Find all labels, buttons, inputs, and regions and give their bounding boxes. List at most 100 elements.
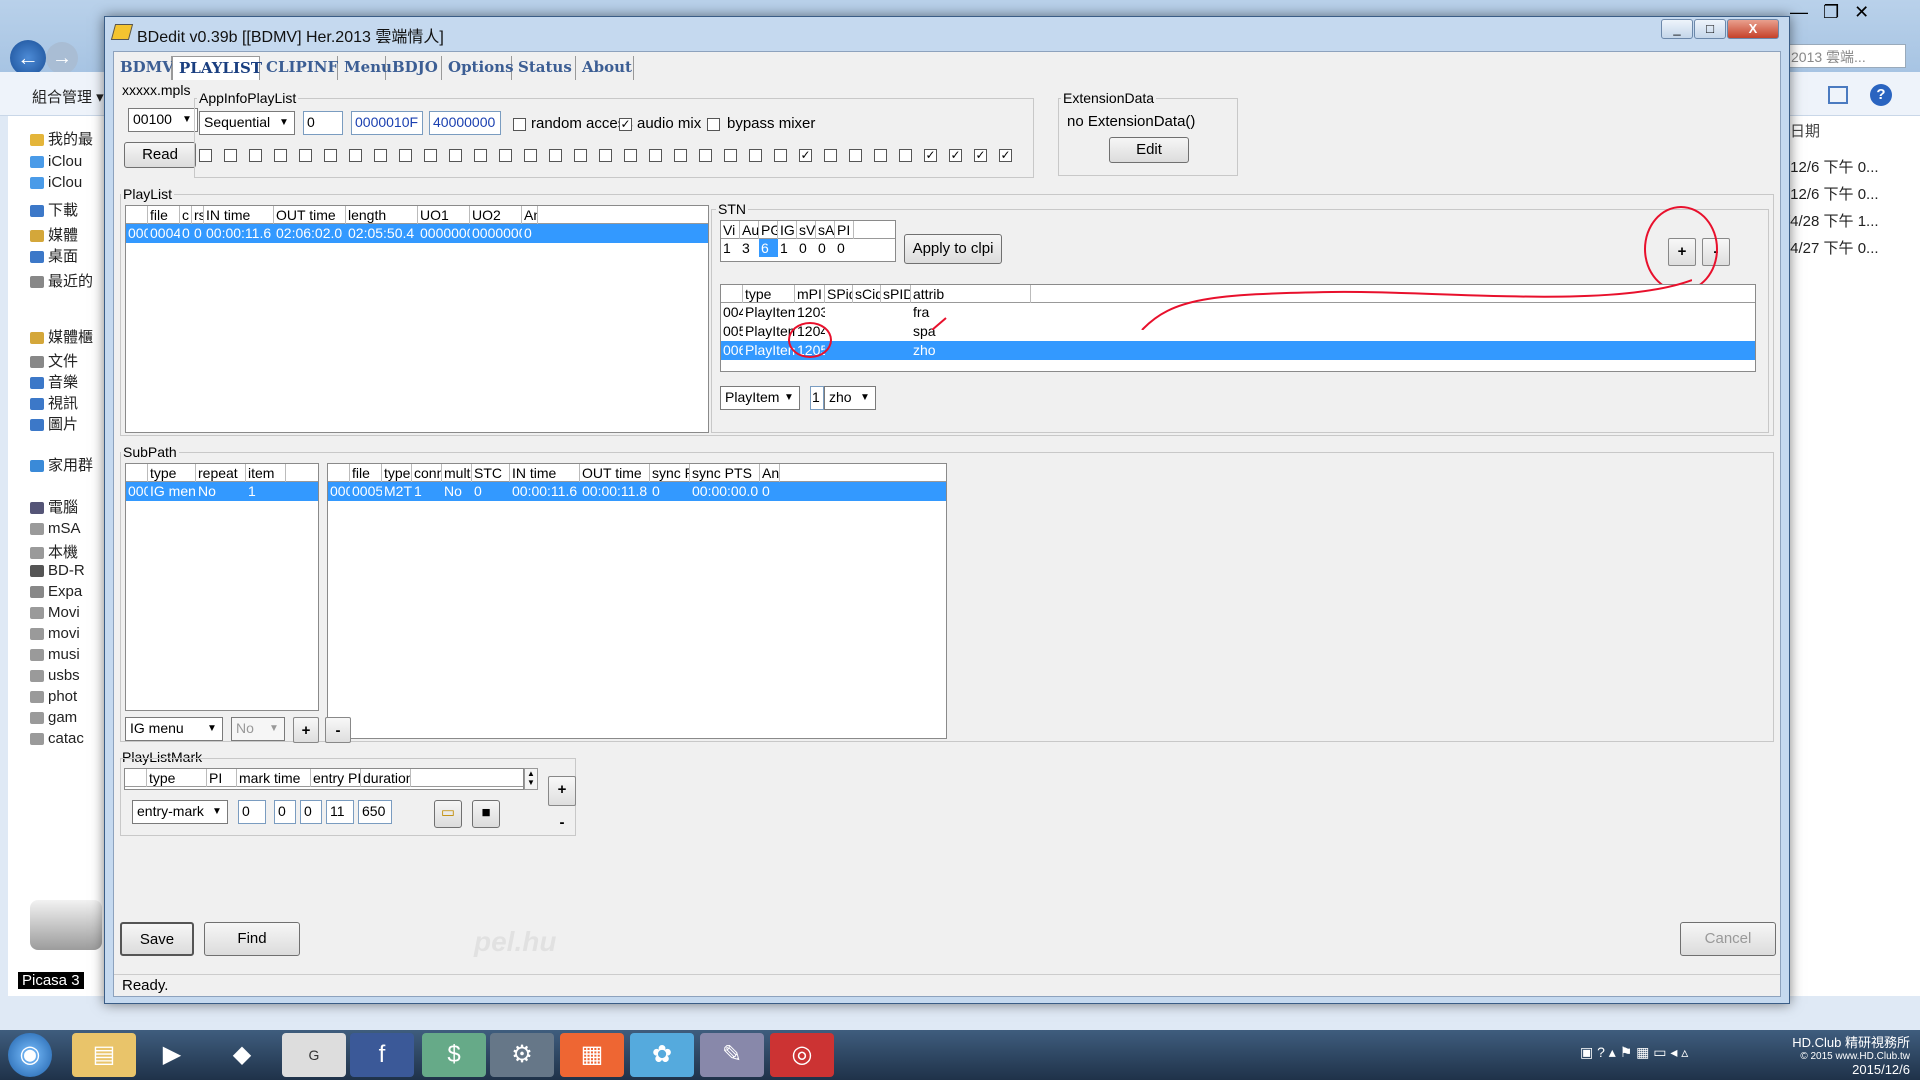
uo-mask-field-2[interactable]: 40000000 [429, 111, 501, 135]
column-header[interactable]: duration [361, 769, 411, 787]
explorer-search-input[interactable]: 2013 雲端... [1786, 44, 1906, 68]
sidebar-item[interactable]: 最近的 [30, 270, 93, 291]
uo-checkbox[interactable]: ✓ [949, 149, 962, 162]
mark-field-2[interactable]: 0 [274, 800, 296, 824]
uo-checkbox[interactable] [849, 149, 862, 162]
find-button[interactable]: Find [204, 922, 300, 956]
column-header[interactable] [126, 464, 148, 482]
forward-arrow-icon[interactable]: → [46, 42, 78, 74]
sidebar-item[interactable]: 本機 [30, 541, 78, 562]
uo-checkbox[interactable] [449, 149, 462, 162]
open-folder-icon[interactable]: ▭ [434, 800, 462, 828]
column-header[interactable]: sCid [853, 285, 881, 303]
uo-checkbox[interactable] [224, 149, 237, 162]
uo-checkbox[interactable] [249, 149, 262, 162]
save-button[interactable]: Save [120, 922, 194, 956]
uo-checkbox[interactable] [549, 149, 562, 162]
sidebar-item[interactable]: BD-R [30, 562, 85, 579]
tab-options[interactable]: Options [442, 56, 514, 80]
minimize-button[interactable]: _ [1661, 19, 1693, 39]
paint-icon[interactable]: ▦ [560, 1033, 624, 1077]
file-row-date[interactable]: /12/6 下午 0... [1786, 183, 1879, 210]
column-header[interactable]: type [743, 285, 795, 303]
stream-num-field[interactable]: 1 [810, 386, 824, 410]
uo-checkbox[interactable]: ✓ [999, 149, 1012, 162]
uo-checkbox[interactable] [524, 149, 537, 162]
mark-add-button[interactable]: + [548, 776, 576, 806]
audio-mix-checkbox[interactable]: ✓ [619, 118, 632, 131]
column-header[interactable]: type [147, 769, 207, 787]
column-header[interactable]: IN time [510, 464, 580, 482]
uo-checkbox[interactable] [749, 149, 762, 162]
column-header[interactable]: repeat [196, 464, 246, 482]
tab-clipinf[interactable]: CLIPINF [260, 56, 338, 80]
sidebar-item[interactable]: 文件 [30, 350, 78, 371]
sidebar-item[interactable]: Movi [30, 604, 80, 621]
uo-checkbox[interactable] [674, 149, 687, 162]
column-header[interactable]: sync PI [650, 464, 690, 482]
file-row-date[interactable]: /4/27 下午 0... [1786, 237, 1879, 264]
column-header[interactable]: rs [192, 206, 204, 224]
mark-field-1[interactable]: 0 [238, 800, 266, 824]
bypass-mixer-checkbox[interactable] [707, 118, 720, 131]
file-row-date[interactable]: /12/6 下午 0... [1786, 156, 1879, 183]
column-header[interactable]: STC [472, 464, 510, 482]
column-header[interactable]: An [522, 206, 538, 224]
uo-checkbox[interactable] [774, 149, 787, 162]
file-row-date[interactable]: /4/28 下午 1... [1786, 210, 1879, 237]
uo-checkbox[interactable] [599, 149, 612, 162]
uo-checkbox[interactable] [374, 149, 387, 162]
subpath-detail-table[interactable]: file type connmultiSTC IN time OUT time sync … [327, 463, 947, 739]
save-disk-icon[interactable]: ■ [472, 800, 500, 828]
tab-bdmv[interactable]: BDMV [114, 56, 174, 80]
uo-checkbox[interactable] [874, 149, 887, 162]
stream-type-select[interactable]: PlayItem ▼ [720, 386, 800, 410]
column-header[interactable]: type [148, 464, 196, 482]
sidebar-item[interactable]: musi [30, 646, 80, 663]
player-icon[interactable]: ▶ [140, 1033, 204, 1077]
uo-checkbox[interactable] [299, 149, 312, 162]
sidebar-item[interactable]: 我的最 [30, 128, 93, 149]
mark-scroll-arrows[interactable]: ▲ ▼ [524, 768, 538, 790]
back-arrow-icon[interactable]: ← [10, 40, 46, 76]
column-header[interactable]: item [246, 464, 286, 482]
sidebar-item[interactable]: usbs [30, 667, 80, 684]
maximize-button[interactable]: □ [1694, 19, 1726, 39]
table-row[interactable]: 000000410000:00:11.602:06:02.002:05:50.4… [126, 224, 708, 243]
column-header[interactable]: length [346, 206, 418, 224]
tab-about[interactable]: About [576, 56, 634, 80]
sidebar-item[interactable]: 媒體櫃 [30, 326, 93, 347]
tab-menu[interactable]: Menu [338, 56, 392, 80]
sidebar-item[interactable]: 音樂 [30, 371, 78, 392]
sidebar-item[interactable]: 下載 [30, 199, 78, 220]
column-header[interactable]: OUT time [274, 206, 346, 224]
column-header[interactable]: mPI [795, 285, 825, 303]
column-header[interactable]: OUT time [580, 464, 650, 482]
sidebar-item[interactable]: 桌面 [30, 245, 78, 266]
uo-checkbox[interactable]: ✓ [974, 149, 987, 162]
date-column-header[interactable]: 日期 [1790, 120, 1820, 141]
tray-clock[interactable]: HD.Club 精研視務所 © 2015 www.HD.Club.tw 2015… [1760, 1032, 1910, 1077]
uo-checkbox[interactable] [649, 149, 662, 162]
table-row[interactable]: 00000051M2TS1No000:00:11.600:00:11.8000:… [328, 482, 946, 501]
network-icon[interactable]: ✿ [630, 1033, 694, 1077]
cancel-button[interactable]: Cancel [1680, 922, 1776, 956]
uo-checkbox[interactable] [324, 149, 337, 162]
mark-type-select[interactable]: entry-mark ▼ [132, 800, 228, 824]
apply-to-clpi-button[interactable]: Apply to clpi [904, 234, 1002, 264]
column-header[interactable]: c [180, 206, 192, 224]
column-header[interactable]: sync PTS [690, 464, 760, 482]
mark-field-4[interactable]: 11 [326, 800, 354, 824]
mpls-select[interactable]: 00100 ▼ [128, 108, 198, 132]
random-access-checkbox[interactable] [513, 118, 526, 131]
preview-pane-icon[interactable] [1828, 86, 1848, 104]
sidebar-item[interactable]: gam [30, 709, 77, 726]
subpath-remove-button[interactable]: - [325, 717, 351, 743]
uo-mask-field-1[interactable]: 0000010F [351, 111, 423, 135]
uo-checkbox[interactable] [624, 149, 637, 162]
sidebar-item[interactable]: mSA [30, 520, 81, 537]
settings-icon[interactable]: ⚙ [490, 1033, 554, 1077]
uo-checkbox[interactable] [474, 149, 487, 162]
mark-field-5[interactable]: 650 [358, 800, 392, 824]
sidebar-item[interactable]: 圖片 [30, 413, 78, 434]
